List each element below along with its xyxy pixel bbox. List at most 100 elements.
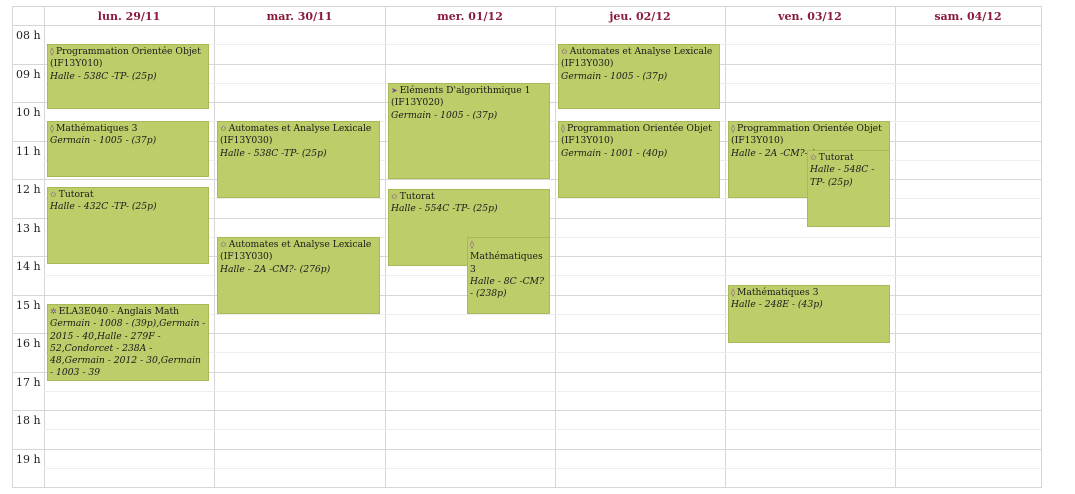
- event-title-text: Automates et Analyse Lexicale: [228, 123, 372, 134]
- event-location: Halle - 538C -TP- (25p): [220, 147, 327, 159]
- event-title-text: Programmation Orientée Objet: [55, 46, 201, 57]
- event-location: Halle - 538C -TP- (25p): [50, 70, 157, 82]
- hour-label: 17 h: [16, 376, 41, 389]
- event-code: (IF13Y030): [220, 135, 273, 147]
- diamond-icon: ◊: [50, 124, 54, 133]
- half-hour-line: [44, 391, 1041, 392]
- event-location: Germain - 1005 - (37p): [391, 109, 498, 121]
- star-icon: ✩: [50, 190, 57, 199]
- event-title: ◊ Mathématiques 3: [470, 239, 547, 276]
- hour-label: 15 h: [16, 299, 41, 312]
- event-title-text: Tutorat: [58, 189, 94, 200]
- event-title-text: Programmation Orientée Objet: [736, 123, 882, 134]
- event-title: ◊ Programmation Orientée Objet: [731, 123, 887, 135]
- star-icon: ✩: [220, 124, 227, 133]
- event-title: ✲ ELA3E040 - Anglais Math: [50, 306, 206, 318]
- event-title-text: Eléments D'algorithmique 1: [399, 85, 531, 96]
- star-icon: ✩: [810, 153, 817, 162]
- event-location: Germain - 1005 - (37p): [50, 135, 157, 147]
- course-event[interactable]: ✲ ELA3E040 - Anglais Math Germain - 1008 -…: [47, 304, 209, 381]
- hour-label: 18 h: [16, 414, 41, 427]
- event-location: Halle - 548C -TP- (25p): [810, 164, 875, 188]
- event-title-text: ELA3E040 - Anglais Math: [58, 306, 180, 317]
- event-title-text: Mathématiques 3: [736, 287, 819, 298]
- event-code: (IF13Y030): [561, 58, 614, 70]
- event-title: ➤ Eléments D'algorithmique 1: [391, 85, 547, 97]
- event-title-text: Automates et Analyse Lexicale: [569, 46, 713, 57]
- event-title-text: Tutorat: [818, 152, 854, 163]
- course-event[interactable]: ✩ Tutorat Halle - 548C -TP- (25p): [807, 150, 890, 227]
- course-event[interactable]: ✩ Automates et Analyse Lexicale (IF13Y030)…: [217, 237, 380, 314]
- event-code: (IF13Y010): [561, 135, 614, 147]
- event-title-text: Automates et Analyse Lexicale: [228, 239, 372, 250]
- hour-label: 10 h: [16, 106, 41, 119]
- event-location: Halle - 2A -CM?- (276p): [220, 263, 331, 275]
- diamond-icon: ◊: [731, 288, 735, 297]
- star-icon: ✩: [391, 192, 398, 201]
- grid-vertical-line: [214, 6, 215, 488]
- star-icon: ✩: [220, 240, 227, 249]
- day-header[interactable]: jeu. 02/12: [555, 6, 725, 25]
- gear-icon: ✲: [50, 307, 57, 316]
- hour-label: 12 h: [16, 183, 41, 196]
- event-code: (IF13Y010): [731, 135, 784, 147]
- day-header[interactable]: mer. 01/12: [385, 6, 555, 25]
- half-hour-line: [44, 429, 1041, 430]
- grid-vertical-line: [12, 6, 13, 488]
- grid-vertical-line: [1041, 6, 1042, 488]
- grid-vertical-line: [725, 6, 726, 488]
- event-code: (IF13Y030): [220, 251, 273, 263]
- hour-label: 08 h: [16, 29, 41, 42]
- course-event[interactable]: ◊ Programmation Orientée Objet (IF13Y010) H…: [47, 44, 209, 109]
- diamond-icon: ◊: [50, 47, 54, 56]
- diamond-icon: ◊: [470, 240, 474, 249]
- grid-vertical-line: [555, 6, 556, 488]
- event-location: Halle - 554C -TP- (25p): [391, 203, 498, 215]
- event-location: Germain - 1001 - (40p): [561, 147, 668, 159]
- week-calendar: lun. 29/11 mar. 30/11 mer. 01/12 jeu. 02/12…: [0, 0, 1075, 494]
- grid-bottom-line: [12, 487, 1041, 488]
- course-event[interactable]: ◊ Mathématiques 3 Germain - 1005 - (37p): [47, 121, 209, 177]
- hour-label: 11 h: [16, 145, 41, 158]
- hour-label: 14 h: [16, 260, 41, 273]
- event-title: ✩ Tutorat: [810, 152, 887, 164]
- course-event[interactable]: ➤ Eléments D'algorithmique 1 (IF13Y020) Ger…: [388, 83, 550, 179]
- half-hour-line: [44, 468, 1041, 469]
- event-location: Halle - 8C -CM?- (238p): [470, 275, 545, 300]
- day-header[interactable]: ven. 03/12: [725, 6, 895, 25]
- course-event[interactable]: ◊ Programmation Orientée Objet (IF13Y010) G…: [558, 121, 720, 198]
- event-title-text: Mathématiques 3: [55, 123, 138, 134]
- course-event[interactable]: ✩ Automates et Analyse Lexicale (IF13Y030)…: [217, 121, 380, 198]
- course-event[interactable]: ◊ Mathématiques 3 Halle - 8C -CM?- (238p): [467, 237, 550, 314]
- event-title: ✩ Automates et Analyse Lexicale: [561, 46, 717, 58]
- hour-line: [12, 449, 1041, 450]
- course-event[interactable]: ✩ Tutorat Halle - 432C -TP- (25p): [47, 187, 209, 264]
- day-header[interactable]: mar. 30/11: [214, 6, 385, 25]
- hour-label: 16 h: [16, 337, 41, 350]
- hour-label: 19 h: [16, 453, 41, 466]
- hour-label: 09 h: [16, 68, 41, 81]
- day-header[interactable]: sam. 04/12: [895, 6, 1041, 25]
- event-location: Halle - 248E - (43p): [731, 299, 823, 311]
- header-bottom-line: [12, 25, 1041, 26]
- event-title: ◊ Programmation Orientée Objet: [561, 123, 717, 135]
- arrow-icon: ➤: [391, 86, 398, 95]
- star-icon: ✩: [561, 47, 568, 56]
- event-code: (IF13Y020): [391, 97, 444, 109]
- event-title: ◊Mathématiques 3: [50, 123, 206, 135]
- course-event[interactable]: ✩ Automates et Analyse Lexicale (IF13Y030)…: [558, 44, 720, 109]
- diamond-icon: ◊: [731, 124, 735, 133]
- course-event[interactable]: ◊ Mathématiques 3 Halle - 248E - (43p): [728, 285, 890, 343]
- day-header[interactable]: lun. 29/11: [44, 6, 214, 25]
- event-location: Germain - 1005 - (37p): [561, 70, 668, 82]
- event-title: ✩ Tutorat: [391, 191, 547, 203]
- hour-line: [12, 410, 1041, 411]
- event-title: ✩ Tutorat: [50, 189, 206, 201]
- diamond-icon: ◊: [561, 124, 565, 133]
- event-title: ✩ Automates et Analyse Lexicale: [220, 123, 377, 135]
- event-location: Germain - 1008 - (39p),Germain - 2015 - …: [50, 318, 206, 379]
- event-title-text: Mathématiques 3: [470, 251, 543, 275]
- grid-vertical-line: [44, 6, 45, 488]
- hour-label: 13 h: [16, 222, 41, 235]
- event-title-text: Programmation Orientée Objet: [566, 123, 712, 134]
